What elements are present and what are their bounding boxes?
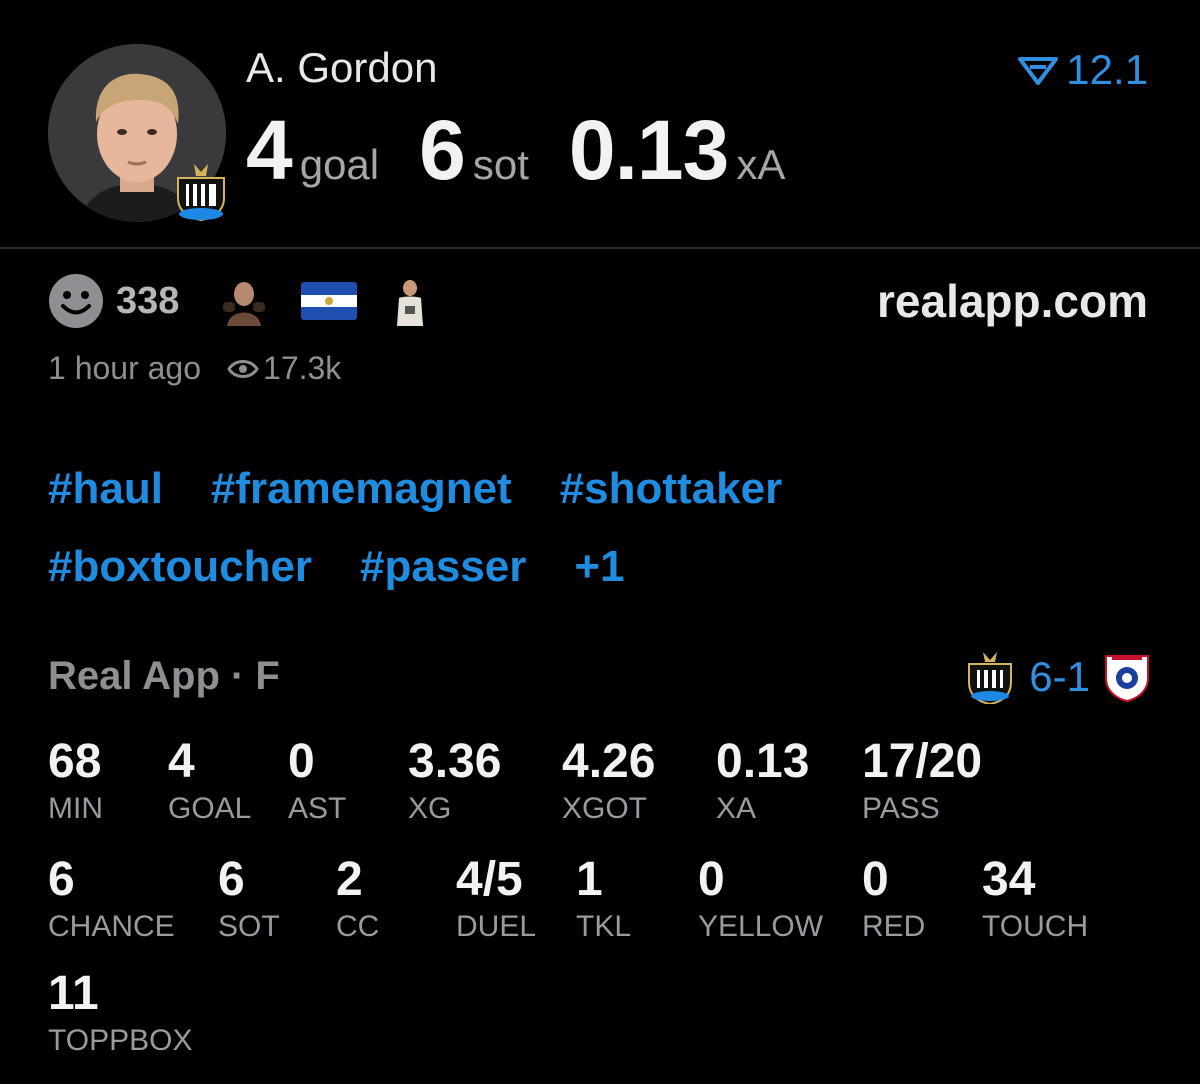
away-team-badge-icon bbox=[1105, 655, 1149, 702]
stat-label: XG bbox=[408, 792, 452, 825]
stat-touch: 34 TOUCH bbox=[982, 856, 1088, 942]
stat-label: DUEL bbox=[456, 910, 537, 943]
stat-value: 4 bbox=[168, 735, 195, 788]
key-stats: 4 goal 6 sot 0.13 xA bbox=[246, 102, 825, 199]
stat-label: TOUCH bbox=[982, 910, 1089, 943]
time-ago: 1 hour ago bbox=[48, 350, 202, 386]
stat-yellow: 0 YELLOW bbox=[698, 856, 823, 942]
stat-label: AST bbox=[288, 792, 347, 825]
stat-value: 6 bbox=[48, 853, 75, 906]
stat-label: TKL bbox=[576, 910, 632, 943]
stat-label: PASS bbox=[862, 792, 940, 825]
stat-label: CC bbox=[336, 910, 380, 943]
stat-value: 0 bbox=[862, 853, 889, 906]
club-badge-icon bbox=[166, 160, 236, 222]
stat-sot: 6 SOT bbox=[218, 856, 280, 942]
key-stat-value: 4 bbox=[246, 103, 293, 197]
eye-icon bbox=[227, 359, 259, 378]
stat-label: SOT bbox=[218, 910, 280, 943]
reaction-avatar-icon[interactable] bbox=[217, 276, 272, 326]
stat-duel: 4/5 DUEL bbox=[456, 856, 536, 942]
stat-label: GOAL bbox=[168, 792, 252, 825]
rating-value: 12.1 bbox=[1066, 46, 1148, 93]
key-stat-value: 0.13 bbox=[568, 103, 729, 197]
stat-value: 68 bbox=[48, 735, 102, 788]
key-stat-label: sot bbox=[472, 141, 529, 188]
tag-link[interactable]: #boxtoucher bbox=[48, 542, 312, 592]
stat-tkl: 1 TKL bbox=[576, 856, 631, 942]
match-row[interactable]: Real App · F 6-1 bbox=[48, 650, 1152, 704]
stat-value: 4/5 bbox=[456, 853, 523, 906]
stat-value: 3.36 bbox=[408, 735, 502, 788]
stat-chance: 6 CHANCE bbox=[48, 856, 175, 942]
stat-min: 68 MIN bbox=[48, 738, 103, 824]
tag-link[interactable]: #shottaker bbox=[560, 464, 783, 514]
reactions-row: 338 bbox=[48, 273, 463, 329]
stat-xg: 3.36 XG bbox=[408, 738, 501, 824]
stat-value: 0 bbox=[698, 853, 725, 906]
tag-row: #haul #framemagnet #shottaker bbox=[48, 450, 1148, 528]
home-team-badge-icon bbox=[968, 652, 1013, 704]
stat-value: 1 bbox=[576, 853, 603, 906]
player-header: A. Gordon 12.1 4 goal 6 sot 0.13 xA bbox=[0, 0, 1200, 247]
post-meta: 1 hour ago 17.3k bbox=[48, 350, 341, 387]
match-score[interactable]: 6-1 bbox=[961, 650, 1152, 704]
stat-label: XA bbox=[716, 792, 757, 825]
more-tags-button[interactable]: +1 bbox=[574, 542, 624, 592]
stat-cc: 2 CC bbox=[336, 856, 379, 942]
stat-label: TOPPBOX bbox=[48, 1024, 193, 1057]
stat-pass: 17/20 PASS bbox=[862, 738, 982, 824]
view-count: 17.3k bbox=[263, 350, 342, 386]
source-site-link[interactable]: realapp.com bbox=[877, 274, 1148, 328]
stat-value: 17/20 bbox=[862, 735, 983, 788]
score: 6-1 bbox=[1029, 653, 1090, 700]
stat-ast: 0 AST bbox=[288, 738, 346, 824]
stat-value: 2 bbox=[336, 853, 363, 906]
stat-value: 0 bbox=[288, 735, 315, 788]
stat-xa: 0.13 XA bbox=[716, 738, 809, 824]
tag-link[interactable]: #haul bbox=[48, 464, 163, 514]
stat-value: 4.26 bbox=[562, 735, 656, 788]
stat-value: 11 bbox=[48, 967, 99, 1020]
reaction-avatar-icon[interactable] bbox=[387, 276, 434, 326]
stat-label: CHANCE bbox=[48, 910, 175, 943]
stat-value: 0.13 bbox=[716, 735, 810, 788]
stat-goal: 4 GOAL bbox=[168, 738, 251, 824]
tag-link[interactable]: #framemagnet bbox=[211, 464, 512, 514]
reaction-count: 338 bbox=[116, 279, 180, 322]
rating-icon bbox=[1018, 57, 1059, 85]
stat-label: YELLOW bbox=[698, 910, 824, 943]
key-stat-value: 6 bbox=[419, 103, 466, 197]
stat-value: 6 bbox=[218, 853, 245, 906]
tag-link[interactable]: #passer bbox=[360, 542, 526, 592]
key-stat-label: goal bbox=[299, 141, 380, 188]
stat-label: XGOT bbox=[562, 792, 648, 825]
stat-xgot: 4.26 XGOT bbox=[562, 738, 655, 824]
flag-icon[interactable] bbox=[301, 282, 358, 320]
player-rating[interactable]: 12.1 bbox=[1018, 46, 1148, 94]
header-divider bbox=[0, 247, 1200, 249]
player-name[interactable]: A. Gordon bbox=[246, 44, 437, 92]
stat-label: RED bbox=[862, 910, 926, 943]
competition-label: Real App · F bbox=[48, 654, 280, 698]
stat-label: MIN bbox=[48, 792, 103, 825]
key-stat-label: xA bbox=[736, 141, 786, 188]
stat-value: 34 bbox=[982, 853, 1036, 906]
tag-list: #haul #framemagnet #shottaker #boxtouche… bbox=[48, 450, 1148, 606]
smiley-icon[interactable] bbox=[48, 273, 104, 329]
stat-toppbox: 11 TOPPBOX bbox=[48, 970, 193, 1056]
tag-row: #boxtoucher #passer +1 bbox=[48, 528, 1148, 606]
stat-red: 0 RED bbox=[862, 856, 925, 942]
